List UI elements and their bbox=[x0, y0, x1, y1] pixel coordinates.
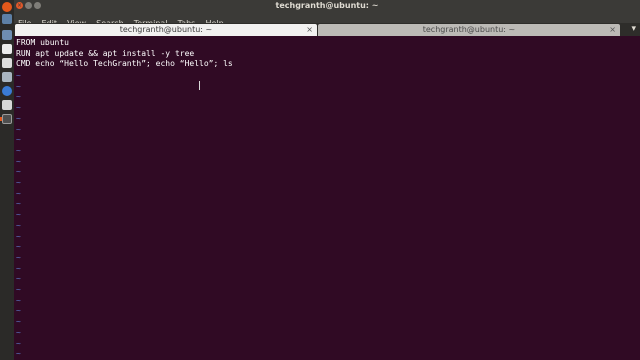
window-titlebar[interactable]: × techgranth@ubuntu: ~ bbox=[14, 0, 640, 11]
settings-icon[interactable] bbox=[2, 100, 12, 110]
tilde-marker: ~ bbox=[16, 188, 21, 198]
amazon-icon[interactable] bbox=[2, 72, 12, 82]
editor-line: FROM ubuntu bbox=[16, 38, 69, 47]
tilde-marker: ~ bbox=[16, 103, 21, 113]
terminal-icon[interactable] bbox=[2, 114, 12, 124]
editor-text: FROM ubuntu RUN apt update && apt install… bbox=[16, 38, 233, 70]
document-icon[interactable] bbox=[2, 44, 12, 54]
tilde-marker: ~ bbox=[16, 178, 21, 188]
tilde-marker: ~ bbox=[16, 263, 21, 273]
tab-2-label: techgranth@ubuntu: ~ bbox=[422, 25, 516, 34]
tilde-marker: ~ bbox=[16, 231, 21, 241]
tilde-marker: ~ bbox=[16, 349, 21, 359]
tab-2[interactable]: techgranth@ubuntu: ~ × bbox=[318, 24, 620, 36]
tilde-marker: ~ bbox=[16, 295, 21, 305]
tilde-marker: ~ bbox=[16, 220, 21, 230]
tilde-marker: ~ bbox=[16, 199, 21, 209]
tilde-marker: ~ bbox=[16, 113, 21, 123]
help-icon[interactable] bbox=[2, 86, 12, 96]
tilde-marker: ~ bbox=[16, 167, 21, 177]
firefox-icon[interactable] bbox=[2, 2, 12, 12]
tilde-marker: ~ bbox=[16, 274, 21, 284]
active-indicator bbox=[0, 117, 2, 121]
menu-bar: File Edit View Search Terminal Tabs Help bbox=[14, 11, 640, 28]
files-icon[interactable] bbox=[2, 14, 12, 24]
tilde-marker: ~ bbox=[16, 317, 21, 327]
launcher-dock bbox=[0, 0, 15, 360]
close-icon[interactable]: × bbox=[306, 24, 313, 36]
tilde-marker: ~ bbox=[16, 242, 21, 252]
store-icon[interactable] bbox=[2, 58, 12, 68]
mouse-ibeam-cursor bbox=[199, 81, 200, 90]
tilde-marker: ~ bbox=[16, 338, 21, 348]
window-title: techgranth@ubuntu: ~ bbox=[275, 1, 379, 10]
tilde-marker: ~ bbox=[16, 124, 21, 134]
editor-line: RUN apt update && apt install -y tree bbox=[16, 48, 195, 58]
tilde-marker: ~ bbox=[16, 156, 21, 166]
tilde-marker: ~ bbox=[16, 145, 21, 155]
tilde-marker: ~ bbox=[16, 285, 21, 295]
tilde-marker: ~ bbox=[16, 210, 21, 220]
empty-line-markers: ~ ~ ~ ~ ~ ~ ~ ~ ~ ~ ~ ~ ~ ~ ~ ~ ~ ~ ~ ~ ~ ~ ~ ~ ~ ~ ~ bbox=[16, 71, 21, 360]
terminal-area[interactable]: FROM ubuntu RUN apt update && apt install… bbox=[14, 36, 640, 360]
close-icon[interactable]: × bbox=[609, 24, 616, 36]
app-icon[interactable] bbox=[2, 30, 12, 40]
tilde-marker: ~ bbox=[16, 135, 21, 145]
tab-bar: techgranth@ubuntu: ~ × techgranth@ubuntu… bbox=[14, 23, 640, 36]
tab-1-label: techgranth@ubuntu: ~ bbox=[119, 25, 213, 34]
tilde-marker: ~ bbox=[16, 306, 21, 316]
tilde-marker: ~ bbox=[16, 71, 21, 80]
tilde-marker: ~ bbox=[16, 81, 21, 91]
editor-line: CMD echo “Hello TechGranth”; echo “Hello… bbox=[16, 59, 233, 69]
tilde-marker: ~ bbox=[16, 327, 21, 337]
chevron-down-icon[interactable]: ▾ bbox=[631, 23, 636, 36]
tab-1[interactable]: techgranth@ubuntu: ~ × bbox=[15, 24, 317, 36]
tilde-marker: ~ bbox=[16, 92, 21, 102]
tilde-marker: ~ bbox=[16, 252, 21, 262]
